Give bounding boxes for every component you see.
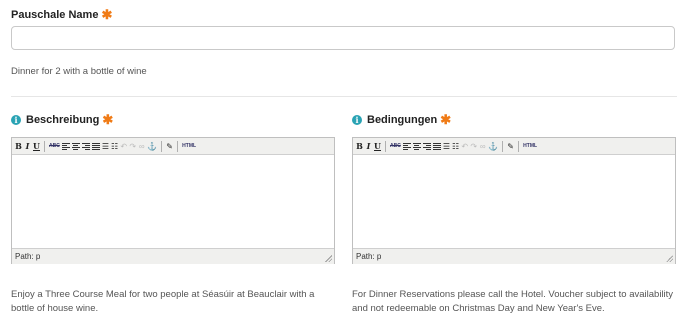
bullet-list-icon[interactable]: ☰ <box>443 141 450 152</box>
bullet-list-icon[interactable]: ☰ <box>102 141 109 152</box>
description-help: Enjoy a Three Course Meal for two people… <box>11 289 315 314</box>
toolbar-separator <box>44 140 45 152</box>
underline-icon[interactable]: U <box>33 141 40 152</box>
anchor-icon[interactable]: ⚓ <box>488 141 498 152</box>
link-icon[interactable]: ∞ <box>138 141 145 152</box>
align-right-icon[interactable] <box>422 141 431 152</box>
strikethrough-icon[interactable]: ABC <box>49 141 60 152</box>
numbered-list-icon[interactable]: ☷ <box>111 141 118 152</box>
align-justify-icon[interactable] <box>91 141 100 152</box>
bold-icon[interactable]: B <box>15 141 22 152</box>
conditions-editor-area[interactable] <box>353 155 675 248</box>
description-label-text: Beschreibung <box>26 113 100 126</box>
toolbar-separator <box>502 140 504 152</box>
editor-toolbar: B I U ABC ☰ ☷ ↶ ↷ ∞ ⚓ ✎ HTML <box>12 138 334 155</box>
conditions-help: For Dinner Reservations please call the … <box>352 289 674 314</box>
resize-grip-icon[interactable] <box>666 255 673 262</box>
toolbar-separator <box>518 140 520 152</box>
divider <box>11 96 677 97</box>
required-asterisk-icon: ✱ <box>102 112 114 127</box>
package-name-input[interactable] <box>11 26 675 50</box>
align-left-icon[interactable] <box>402 141 411 152</box>
info-icon[interactable]: i <box>11 114 21 125</box>
description-editor: B I U ABC ☰ ☷ ↶ ↷ ∞ ⚓ ✎ HTML Path: p <box>11 137 335 264</box>
conditions-editor: B I U ABC ☰ ☷ ↶ ↷ ∞ ⚓ ✎ HTML Path: p <box>352 137 676 264</box>
align-center-icon[interactable] <box>71 141 80 152</box>
link-icon[interactable]: ∞ <box>479 141 486 152</box>
cleanup-icon[interactable]: ✎ <box>507 141 514 152</box>
info-icon[interactable]: i <box>352 114 362 125</box>
strikethrough-icon[interactable]: ABC <box>390 141 401 152</box>
description-editor-area[interactable] <box>12 155 334 248</box>
required-asterisk-icon: ✱ <box>101 7 113 22</box>
bold-icon[interactable]: B <box>356 141 363 152</box>
redo-icon[interactable]: ↷ <box>470 141 477 152</box>
numbered-list-icon[interactable]: ☷ <box>452 141 459 152</box>
editor-path: Path: p <box>15 252 41 261</box>
html-icon[interactable]: HTML <box>182 141 196 152</box>
package-name-label: Pauschale Name ✱ <box>11 8 112 21</box>
underline-icon[interactable]: U <box>374 141 381 152</box>
italic-icon[interactable]: I <box>365 141 372 152</box>
italic-icon[interactable]: I <box>24 141 31 152</box>
align-left-icon[interactable] <box>61 141 70 152</box>
toolbar-separator <box>161 140 163 152</box>
anchor-icon[interactable]: ⚓ <box>147 141 157 152</box>
undo-icon[interactable]: ↶ <box>461 141 468 152</box>
package-name-label-text: Pauschale Name <box>11 8 99 21</box>
package-name-help: Dinner for 2 with a bottle of wine <box>11 66 147 77</box>
toolbar-separator <box>177 140 179 152</box>
cleanup-icon[interactable]: ✎ <box>166 141 173 152</box>
resize-grip-icon[interactable] <box>325 255 332 262</box>
editor-toolbar: B I U ABC ☰ ☷ ↶ ↷ ∞ ⚓ ✎ HTML <box>353 138 675 155</box>
undo-icon[interactable]: ↶ <box>120 141 127 152</box>
required-asterisk-icon: ✱ <box>440 112 452 127</box>
redo-icon[interactable]: ↷ <box>129 141 136 152</box>
editor-path: Path: p <box>356 252 382 261</box>
toolbar-separator <box>385 140 386 152</box>
align-center-icon[interactable] <box>412 141 421 152</box>
editor-statusbar: Path: p <box>12 248 334 264</box>
conditions-label-text: Bedingungen <box>367 113 438 126</box>
description-label: i Beschreibung ✱ <box>11 113 113 126</box>
align-justify-icon[interactable] <box>432 141 441 152</box>
align-right-icon[interactable] <box>81 141 90 152</box>
conditions-label: i Bedingungen ✱ <box>352 113 451 126</box>
editor-statusbar: Path: p <box>353 248 675 264</box>
html-icon[interactable]: HTML <box>523 141 537 152</box>
